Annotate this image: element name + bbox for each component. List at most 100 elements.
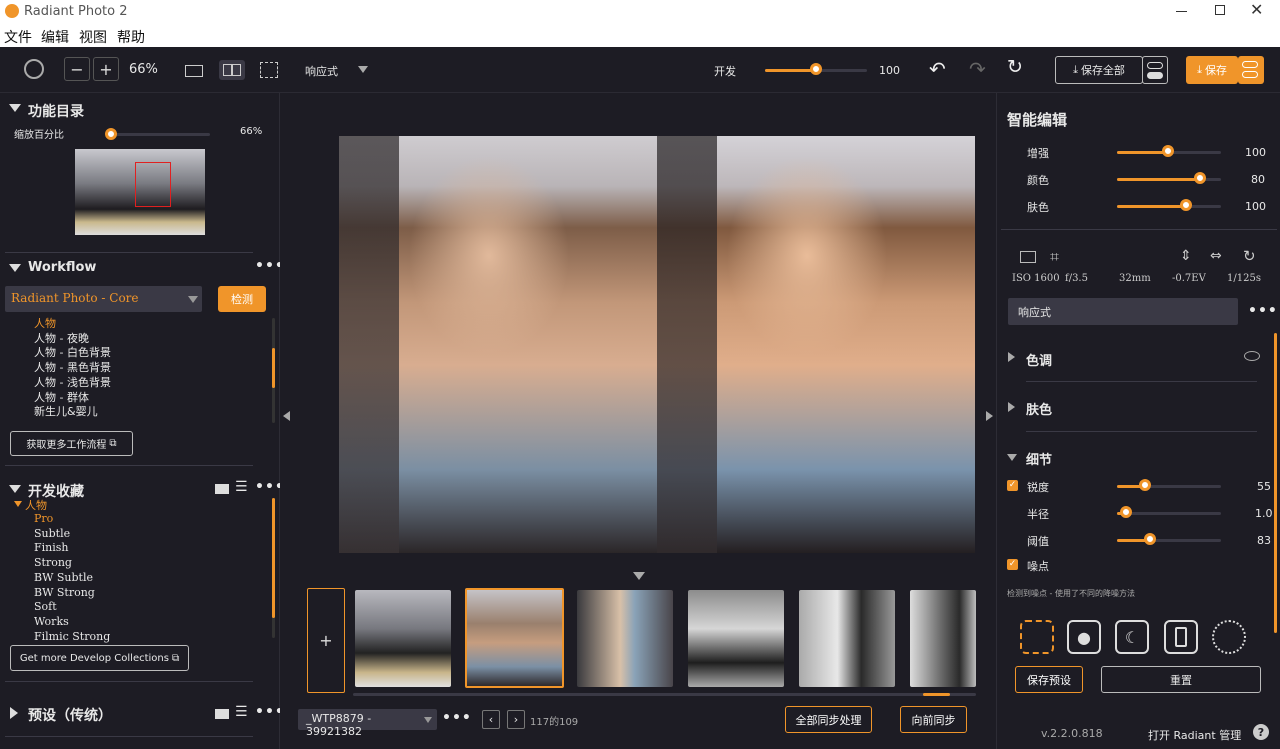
after-image[interactable] [657,136,975,553]
sync-all-button[interactable]: 全部同步处理 [785,706,872,733]
preset-field[interactable]: 响应式 [1008,298,1238,325]
detail-collapse-icon[interactable] [1007,454,1017,461]
workflow-collapse-icon[interactable] [9,264,21,272]
workflow-dropdown-icon[interactable] [188,296,198,303]
skin-slider-knob[interactable] [1180,199,1192,211]
workflow-item[interactable]: 人物 - 浅色背景 [34,376,264,391]
collections-collapse-icon[interactable] [9,485,21,493]
file-dropdown-icon[interactable] [424,717,432,723]
collection-item[interactable]: Strong [34,556,264,571]
split-view-icon[interactable] [219,60,245,80]
save-all-button[interactable]: ⤓ 保存全部 [1055,56,1143,84]
catalog-collapse-icon[interactable] [9,104,21,112]
filmstrip-thumbnail[interactable] [799,590,895,687]
sharpness-slider-knob[interactable] [1139,479,1151,491]
collection-item[interactable]: BW Subtle [34,571,264,586]
profile-label[interactable]: 响应式 [305,63,338,79]
single-view-icon[interactable] [185,65,203,77]
minimize-icon[interactable] [1176,11,1187,12]
collection-item[interactable]: Finish [34,541,264,556]
grid-view-icon[interactable] [215,484,229,494]
collection-item[interactable]: BW Strong [34,586,264,601]
prev-page-button[interactable]: ‹ [482,710,500,729]
detail-section-title[interactable]: 细节 [1026,449,1052,468]
open-manager-link[interactable]: 打开 Radiant 管理 [1148,727,1241,743]
collection-item[interactable]: Works [34,615,264,630]
workflow-item[interactable]: 人物 [34,317,264,332]
menu-help[interactable]: 帮助 [117,27,145,47]
filmstrip-thumbnail-selected[interactable] [465,588,564,688]
get-more-collections-button[interactable]: Get more Develop Collections ⧉ [10,645,189,671]
tone-section-title[interactable]: 色调 [1026,350,1052,369]
denoise-mode-portrait-icon[interactable]: ● [1067,620,1101,654]
workflow-item[interactable]: 人物 - 黑色背景 [34,361,264,376]
collection-item[interactable]: Pro [34,512,264,527]
color-slider-knob[interactable] [1194,172,1206,184]
collection-group-label[interactable]: 人物 [25,497,47,513]
file-select[interactable]: _WTP8879 - 39921382 [298,709,437,738]
sharpness-checkbox[interactable]: ✓ [1007,480,1018,491]
save-preset-button[interactable]: 保存预设 [1015,666,1083,693]
filmstrip-scrollbar[interactable] [353,693,976,696]
radius-slider-knob[interactable] [1120,506,1132,518]
workflow-item[interactable]: 人物 - 群体 [34,391,264,406]
undo-icon[interactable]: ↶ [929,57,946,81]
zoom-in-button[interactable]: + [93,57,119,81]
navigator-viewport-box[interactable] [135,162,171,207]
zoom-out-button[interactable]: − [64,57,90,81]
skin-expand-icon[interactable] [1008,402,1015,412]
workflow-scrollbar[interactable] [272,318,275,423]
denoise-mode-dots-icon[interactable] [1020,620,1054,654]
presets-expand-icon[interactable] [10,707,18,719]
reset-button[interactable]: 重置 [1101,666,1261,693]
collapse-right-icon[interactable] [986,411,993,421]
save-button[interactable]: ⤓ 保存 [1186,56,1238,84]
next-page-button[interactable]: › [507,710,525,729]
menu-edit[interactable]: 编辑 [41,27,69,47]
noise-checkbox[interactable]: ✓ [1007,559,1018,570]
image-info-icon[interactable] [1020,251,1036,263]
list-view-icon[interactable]: ☰ [235,479,248,495]
workflow-item[interactable]: 人物 - 白色背景 [34,346,264,361]
help-icon[interactable]: ? [1253,724,1269,740]
flip-vertical-icon[interactable]: ⇕ [1180,248,1192,264]
tone-expand-icon[interactable] [1008,352,1015,362]
denoise-mode-grain-icon[interactable] [1212,620,1246,654]
flip-horizontal-icon[interactable]: ⇔ [1210,248,1222,264]
menu-view[interactable]: 视图 [79,27,107,47]
develop-slider-knob[interactable] [810,63,822,75]
skin-section-title[interactable]: 肤色 [1026,399,1052,418]
threshold-slider-knob[interactable] [1144,533,1156,545]
save-all-toggle[interactable] [1142,56,1168,84]
profile-dropdown-icon[interactable] [358,66,368,73]
close-icon[interactable]: ✕ [1250,0,1263,19]
crop-compare-icon[interactable] [260,62,278,78]
navigator-thumbnail[interactable] [75,149,205,235]
filmstrip-toggle-icon[interactable] [633,572,645,580]
eye-icon[interactable] [1244,351,1260,361]
filmstrip-thumbnail[interactable] [688,590,784,687]
collection-group-expand-icon[interactable] [14,501,22,507]
before-image[interactable] [339,136,657,553]
denoise-mode-phone-icon[interactable] [1164,620,1198,654]
workflow-item[interactable]: 新生儿&婴儿 [34,405,264,420]
crop-icon[interactable]: ⌗ [1050,247,1059,267]
zoom-slider-knob[interactable] [105,128,117,140]
sync-forward-button[interactable]: 向前同步 [900,706,967,733]
radius-slider-track[interactable] [1117,512,1221,515]
add-photo-button[interactable]: + [307,588,345,693]
filmstrip-thumbnail[interactable] [910,590,976,687]
collection-item[interactable]: Soft [34,600,264,615]
refresh-icon[interactable]: ↻ [1007,56,1023,78]
collections-scrollbar[interactable] [272,498,275,638]
rotate-icon[interactable]: ↻ [1243,247,1256,265]
maximize-icon[interactable] [1215,5,1225,15]
enhance-slider-knob[interactable] [1162,145,1174,157]
get-more-workflows-button[interactable]: 获取更多工作流程 ⧉ [10,431,133,456]
right-scrollbar[interactable] [1274,333,1277,633]
zoom-slider-track[interactable] [110,133,210,136]
denoise-mode-night-icon[interactable]: ☾ [1115,620,1149,654]
workflow-item[interactable]: 人物 - 夜晚 [34,332,264,347]
filmstrip-thumbnail[interactable] [577,590,673,687]
preset-more-icon[interactable]: ••• [1248,303,1278,319]
